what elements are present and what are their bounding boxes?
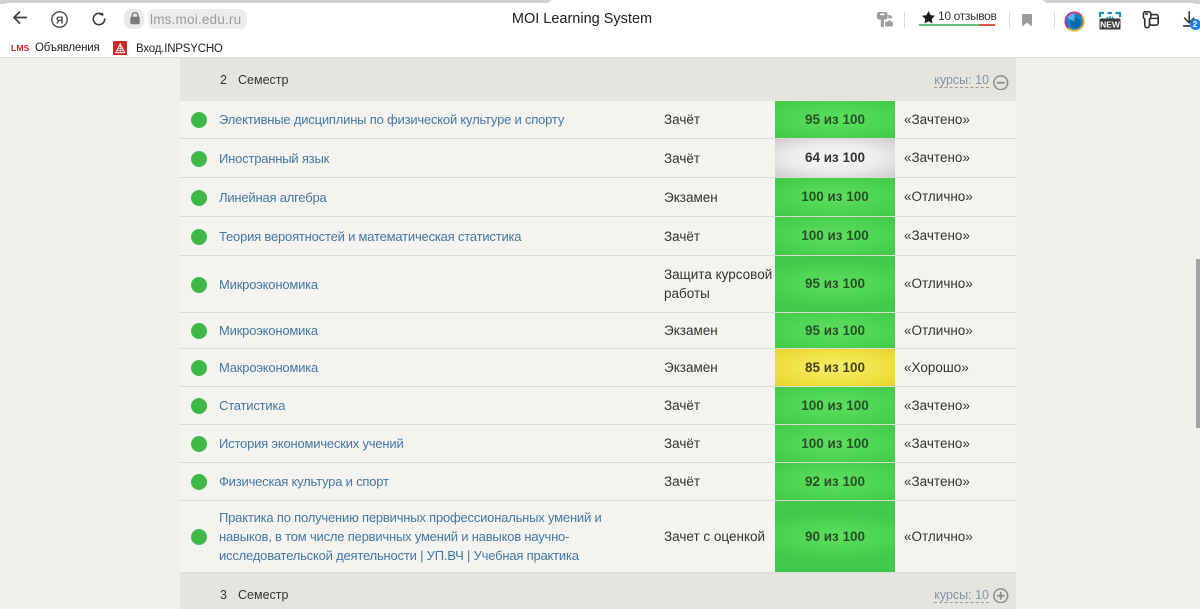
svg-text:NEW: NEW [1100, 20, 1121, 30]
